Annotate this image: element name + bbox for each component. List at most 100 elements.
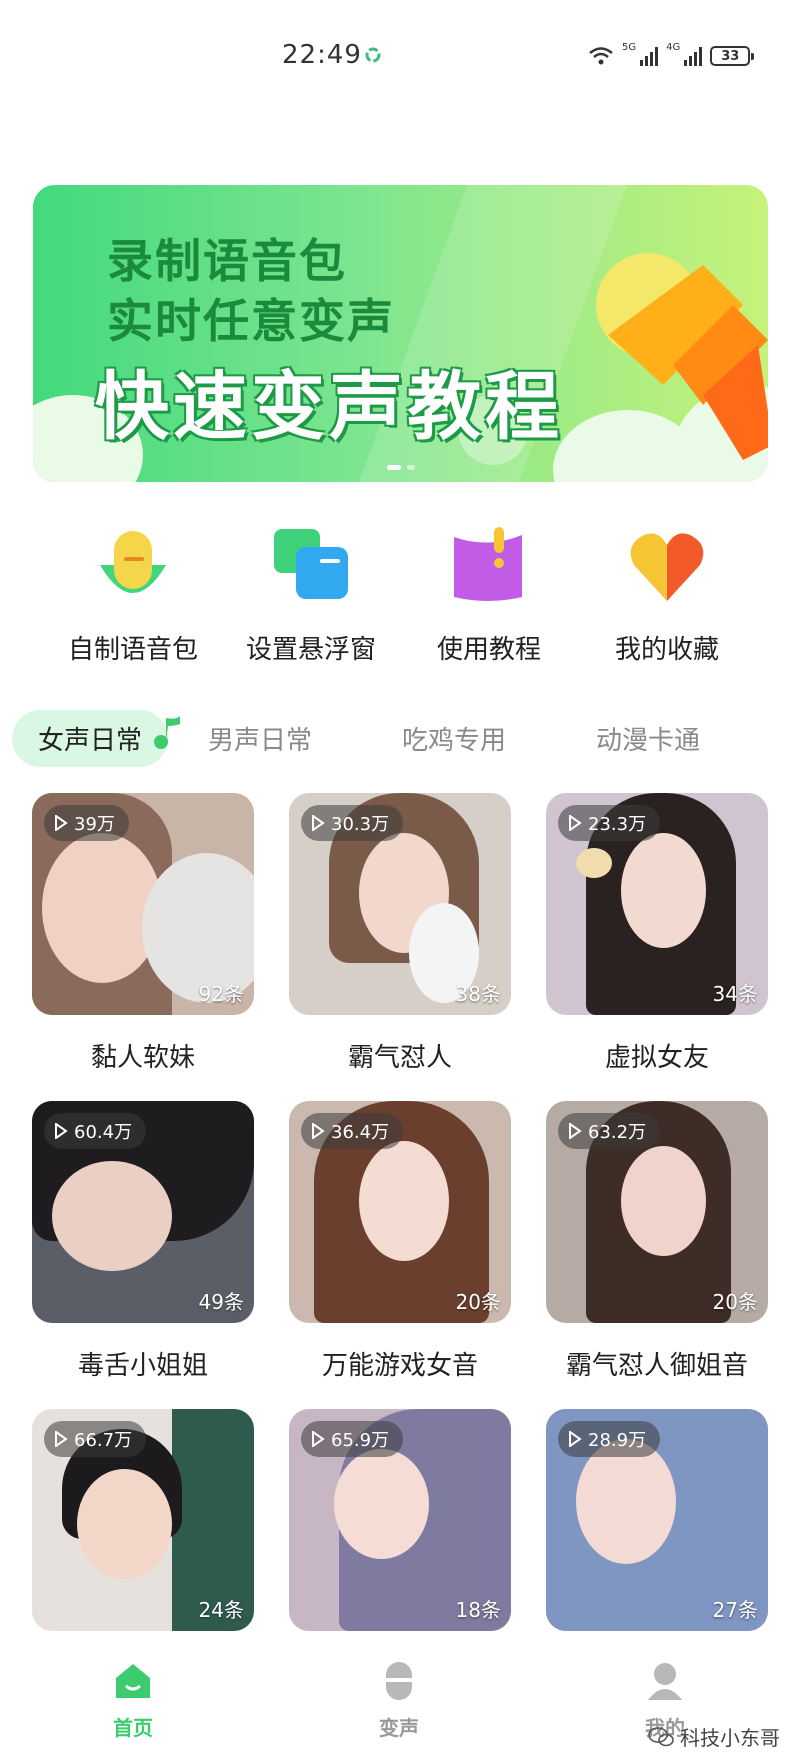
watermark: 科技小东哥 [648,1722,780,1751]
voice-pack-title: 霸气怼人 [347,1043,452,1073]
clip-count: 24条 [198,1598,244,1622]
play-icon [312,1431,325,1447]
voice-pack-card[interactable]: 30.3万 38条 霸气怼人 [289,793,511,1101]
battery-icon: 33 [710,46,755,66]
play-icon [55,1123,68,1139]
play-icon [55,815,68,831]
recycle-icon [365,47,381,63]
play-count: 60.4万 [74,1122,133,1143]
play-count-badge: 36.4万 [301,1113,404,1149]
voice-pack-card[interactable]: 23.3万 34条 虚拟女友 [546,793,768,1101]
banner-headline-1: 录制语音包 [107,234,347,288]
wechat-icon [648,1726,674,1746]
voice-pack-thumbnail: 28.9万 27条 [546,1409,768,1631]
nav-label: 首页 [113,1716,153,1740]
status-bar: 22:49 5G 4G 33 [0,0,800,120]
window-icon [274,529,348,599]
nav-voice-change[interactable]: 变声 [266,1640,532,1760]
microphone-icon [596,253,768,460]
play-count: 66.7万 [74,1430,133,1451]
play-count-badge: 30.3万 [301,805,404,841]
quick-action-label: 使用教程 [436,635,541,665]
face-shape [52,1161,172,1271]
system-indicators: 5G 4G 33 [588,42,755,70]
play-icon [569,1123,582,1139]
play-count-badge: 65.9万 [301,1421,404,1457]
tab-anime[interactable]: 动漫卡通 [596,720,700,757]
voice-pack-card[interactable]: 39万 92条 黏人软妹 [32,793,254,1101]
quick-action-label: 自制语音包 [67,635,198,665]
quick-action-floating-window[interactable]: 设置悬浮窗 [222,525,400,666]
play-icon [55,1431,68,1447]
signal-icon [684,46,703,66]
quick-actions: 自制语音包 设置悬浮窗 使用教程 我的收藏 [0,525,800,666]
play-count: 30.3万 [331,814,390,835]
play-count: 65.9万 [331,1430,390,1451]
banner-headline-2: 实时任意变声 [107,294,395,348]
play-icon [569,815,582,831]
play-count-badge: 23.3万 [558,805,661,841]
play-count: 28.9万 [588,1430,647,1451]
voice-pack-thumbnail: 39万 92条 [32,793,254,1015]
quick-action-tutorial[interactable]: 使用教程 [400,525,578,666]
voice-pack-title: 霸气怼人御姐音 [565,1351,748,1381]
status-time: 22:49 [282,40,362,70]
quick-action-custom-voice-pack[interactable]: 自制语音包 [44,525,222,666]
voice-pack-card[interactable]: 63.2万 20条 霸气怼人御姐音 [546,1101,768,1409]
play-count: 63.2万 [588,1122,647,1143]
tab-label: 女声日常 [38,725,143,756]
tab-pubg[interactable]: 吃鸡专用 [402,720,506,757]
tab-female-daily[interactable]: 女声日常 [12,709,181,767]
home-icon [116,1664,150,1698]
voice-pack-thumbnail: 30.3万 38条 [289,793,511,1015]
play-count-badge: 39万 [44,805,129,841]
face-shape [77,1469,172,1579]
voice-pack-thumbnail: 23.3万 34条 [546,793,768,1015]
nav-label: 变声 [379,1716,419,1740]
wifi-icon [589,47,613,65]
face-shape [334,1449,429,1559]
voice-pack-grid: 39万 92条 黏人软妹 30.3万 38条 霸气怼人 23.3万 34条 虚拟… [32,793,768,1717]
pager-dot [386,465,401,470]
quick-action-label: 设置悬浮窗 [245,635,376,665]
nav-home[interactable]: 首页 [0,1640,266,1760]
network-type-2: 4G [666,42,681,53]
clip-count: 20条 [455,1290,501,1314]
heart-icon [630,533,704,601]
banner-headline-3: 快速变声教程 [95,364,563,450]
clip-count: 49条 [198,1290,244,1314]
play-icon [312,1123,325,1139]
tab-male-daily[interactable]: 男声日常 [208,720,312,757]
promo-banner[interactable]: 录制语音包 实时任意变声 快速变声教程 [33,185,768,482]
voice-pack-title: 毒舌小姐姐 [77,1351,208,1381]
profile-icon [648,1663,682,1700]
music-note-icon [154,715,181,749]
play-count-badge: 28.9万 [558,1421,661,1457]
clip-count: 34条 [712,982,758,1006]
voice-pack-card[interactable]: 36.4万 20条 万能游戏女音 [289,1101,511,1409]
voice-pack-title: 黏人软妹 [90,1043,195,1073]
pager-dot [406,465,415,470]
battery-level: 33 [721,48,740,64]
network-type-1: 5G [622,42,637,53]
mic-icon [100,531,166,593]
quick-action-label: 我的收藏 [614,635,719,665]
quick-action-favorites[interactable]: 我的收藏 [578,525,756,666]
clip-count: 38条 [455,982,501,1006]
voice-pack-thumbnail: 66.7万 24条 [32,1409,254,1631]
clip-count: 18条 [455,1598,501,1622]
voice-pack-title: 万能游戏女音 [321,1351,478,1381]
play-icon [569,1431,582,1447]
voice-pack-thumbnail: 65.9万 18条 [289,1409,511,1631]
voice-pack-thumbnail: 63.2万 20条 [546,1101,768,1323]
bow-shape [576,848,612,878]
voice-pack-thumbnail: 60.4万 49条 [32,1101,254,1323]
voice-pack-thumbnail: 36.4万 20条 [289,1101,511,1323]
voice-pack-card[interactable]: 60.4万 49条 毒舌小姐姐 [32,1101,254,1409]
play-count-badge: 66.7万 [44,1421,147,1457]
clip-count: 27条 [712,1598,758,1622]
play-count-badge: 60.4万 [44,1113,147,1149]
face-shape [576,1439,676,1564]
banner-pager [33,465,768,470]
book-icon [454,527,522,601]
